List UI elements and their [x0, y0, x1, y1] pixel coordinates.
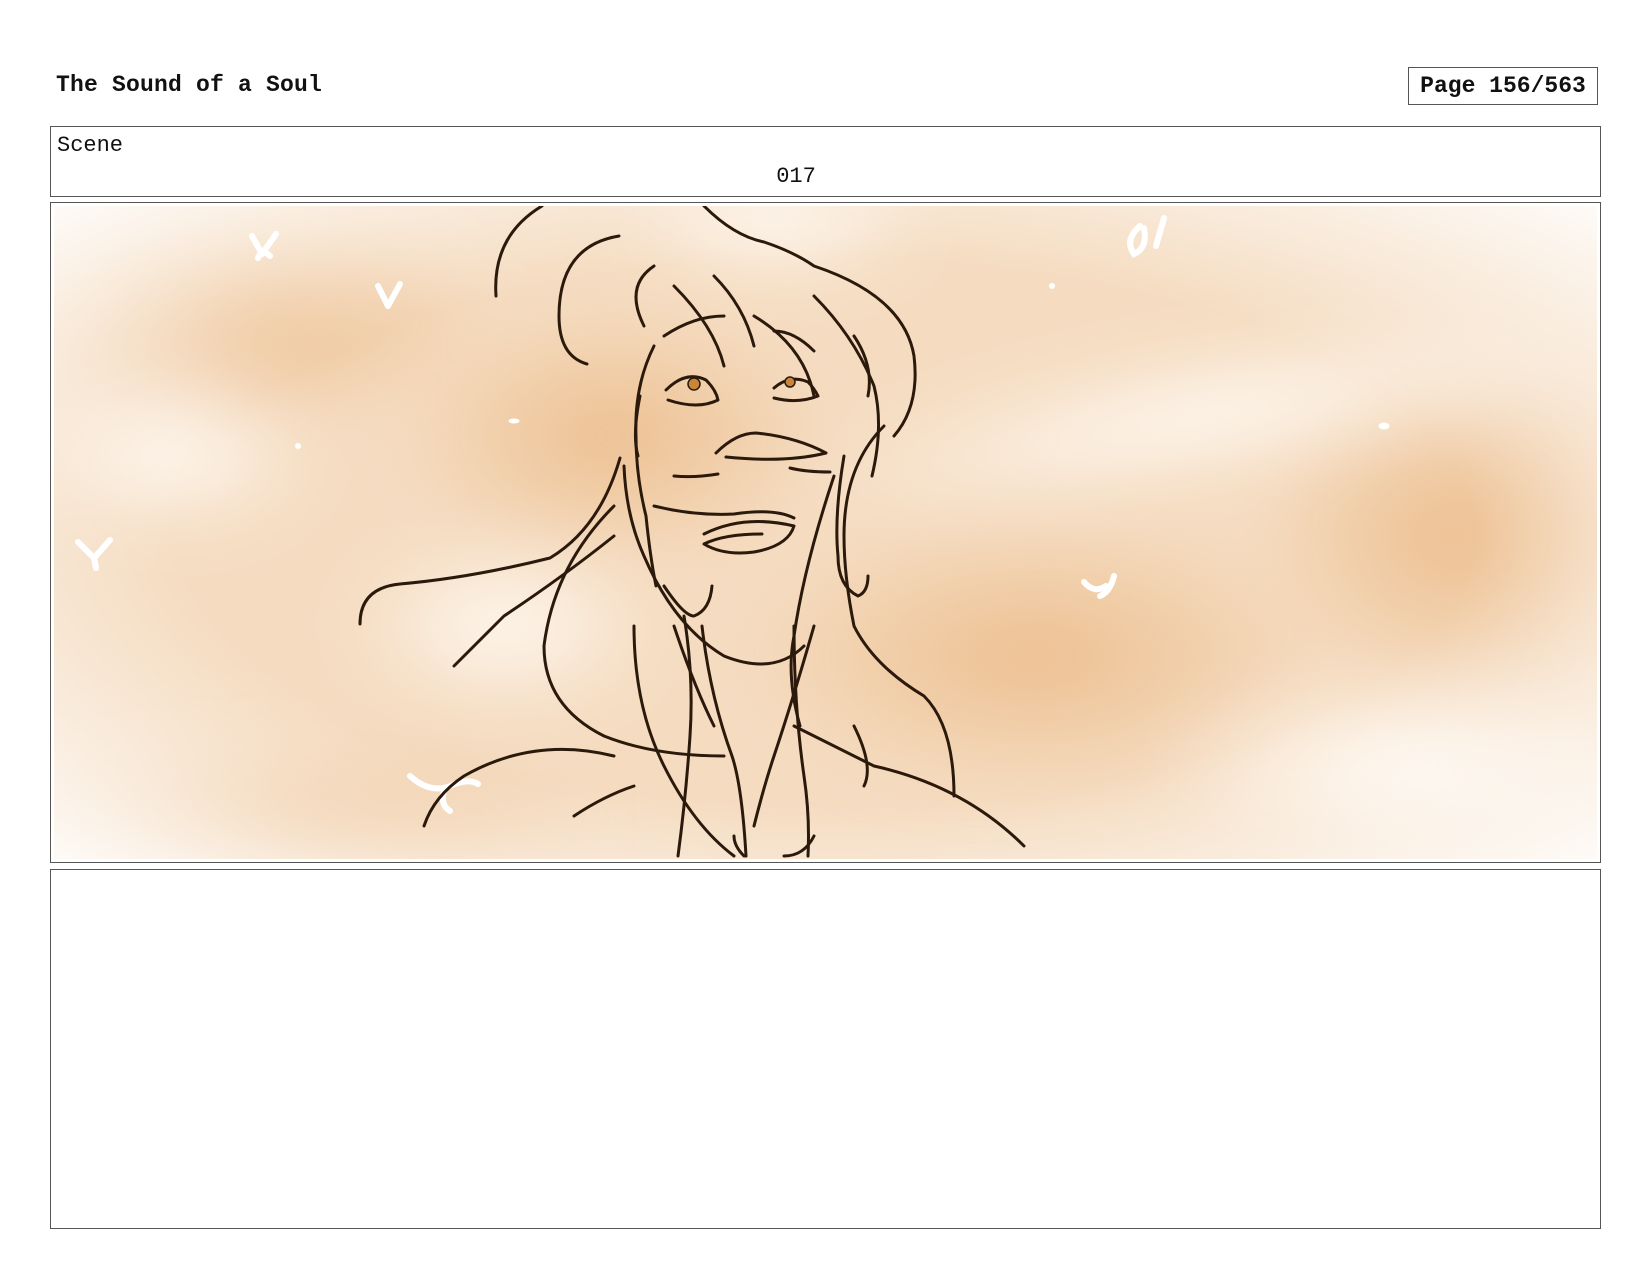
- scene-label: Scene: [57, 133, 124, 158]
- page-number: Page 156/563: [1420, 73, 1586, 99]
- storyboard-panel: [50, 202, 1601, 863]
- panel-illustration: [54, 206, 1597, 859]
- notes-box: [50, 869, 1601, 1229]
- page-number-box: Page 156/563: [1408, 67, 1598, 105]
- document-title: The Sound of a Soul: [56, 72, 323, 98]
- scene-box: Scene 017: [50, 126, 1601, 197]
- scene-number: 017: [776, 164, 816, 189]
- background-vignette: [54, 206, 1597, 859]
